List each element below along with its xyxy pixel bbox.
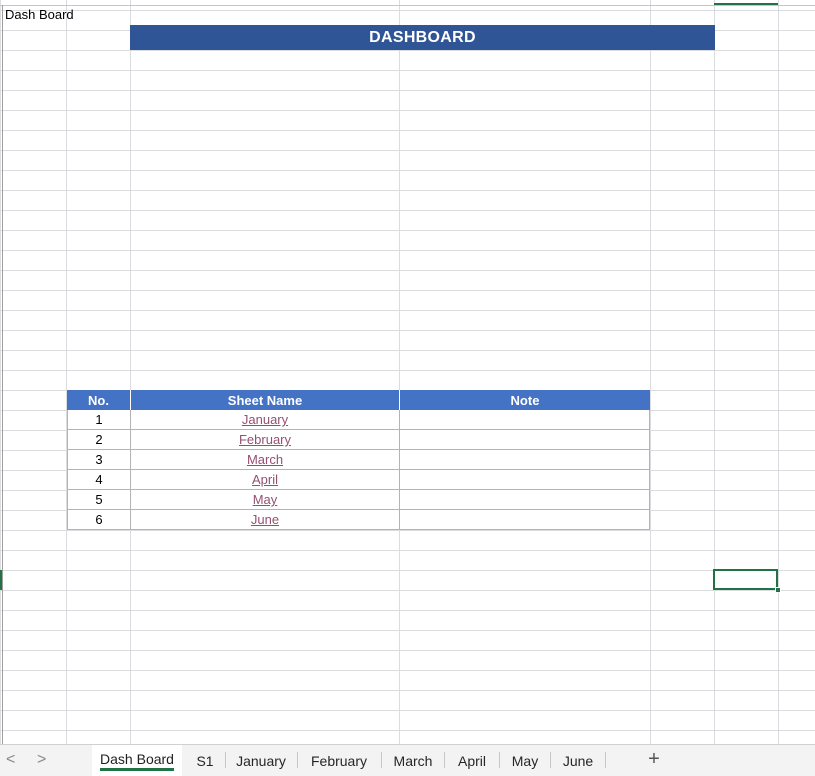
tab-may[interactable]: May [502, 745, 548, 776]
sheet-link[interactable]: February [239, 432, 291, 447]
tab-separator [444, 752, 445, 768]
column-divider [714, 0, 715, 744]
sheet-link[interactable]: June [251, 512, 279, 527]
note-cell[interactable] [399, 490, 650, 509]
tab-february[interactable]: February [300, 745, 378, 776]
grid-top-edge [0, 5, 815, 6]
table-row: 1 January [67, 410, 650, 430]
fill-handle[interactable] [775, 587, 781, 593]
sheet-tab-bar: < > Dash Board S1 January February March… [0, 744, 815, 776]
row-number[interactable]: 4 [67, 470, 130, 489]
dashboard-banner[interactable]: DASHBOARD [130, 25, 715, 50]
sheet-name-cell[interactable]: January [130, 410, 399, 429]
sheet-link[interactable]: March [247, 452, 283, 467]
selected-column-marker [714, 3, 778, 5]
note-cell[interactable] [399, 410, 650, 429]
header-no[interactable]: No. [67, 390, 130, 410]
tab-separator [605, 752, 606, 768]
add-sheet-icon[interactable]: + [644, 748, 664, 771]
sheet-link[interactable]: April [252, 472, 278, 487]
selected-row-marker [0, 570, 2, 590]
note-cell[interactable] [399, 510, 650, 529]
column-divider [130, 0, 131, 744]
sheet-name-cell[interactable]: May [130, 490, 399, 509]
column-divider [66, 0, 67, 744]
row-number[interactable]: 2 [67, 430, 130, 449]
table-row: 3 March [67, 450, 650, 470]
prev-sheet-icon[interactable]: < [6, 751, 15, 769]
header-note[interactable]: Note [399, 390, 650, 410]
tab-separator [499, 752, 500, 768]
grid-left-edge [2, 5, 3, 744]
worksheet-grid[interactable]: Dash Board DASHBOARD No. Sheet Name Note… [0, 0, 815, 744]
tab-april[interactable]: April [447, 745, 497, 776]
tab-june[interactable]: June [553, 745, 603, 776]
note-cell[interactable] [399, 450, 650, 469]
column-divider [399, 0, 400, 744]
sheet-name-cell[interactable]: February [130, 430, 399, 449]
column-divider [778, 0, 779, 744]
column-divider [650, 0, 651, 744]
table-row: 2 February [67, 430, 650, 450]
row-number[interactable]: 1 [67, 410, 130, 429]
sheet-name-cell[interactable]: March [130, 450, 399, 469]
cell-a1-text[interactable]: Dash Board [5, 7, 74, 22]
row-number[interactable]: 5 [67, 490, 130, 509]
selected-cell[interactable] [713, 569, 778, 590]
tab-separator [550, 752, 551, 768]
sheet-name-cell[interactable]: June [130, 510, 399, 529]
tab-s1[interactable]: S1 [186, 745, 224, 776]
tab-separator [225, 752, 226, 768]
sheet-index-table: No. Sheet Name Note 1 January 2 February 3 Ma… [67, 390, 650, 530]
sheet-link[interactable]: May [253, 492, 278, 507]
table-header-row: No. Sheet Name Note [67, 390, 650, 410]
row-number[interactable]: 6 [67, 510, 130, 529]
tab-separator [297, 752, 298, 768]
row-number[interactable]: 3 [67, 450, 130, 469]
sheet-name-cell[interactable]: April [130, 470, 399, 489]
tab-dash-board[interactable]: Dash Board [92, 745, 182, 776]
tab-march[interactable]: March [384, 745, 442, 776]
table-row: 5 May [67, 490, 650, 510]
sheet-link[interactable]: January [242, 412, 288, 427]
note-cell[interactable] [399, 470, 650, 489]
note-cell[interactable] [399, 430, 650, 449]
tab-january[interactable]: January [228, 745, 294, 776]
table-row: 6 June [67, 510, 650, 530]
next-sheet-icon[interactable]: > [37, 751, 46, 769]
table-row: 4 April [67, 470, 650, 490]
header-sheet-name[interactable]: Sheet Name [130, 390, 399, 410]
tab-separator [381, 752, 382, 768]
